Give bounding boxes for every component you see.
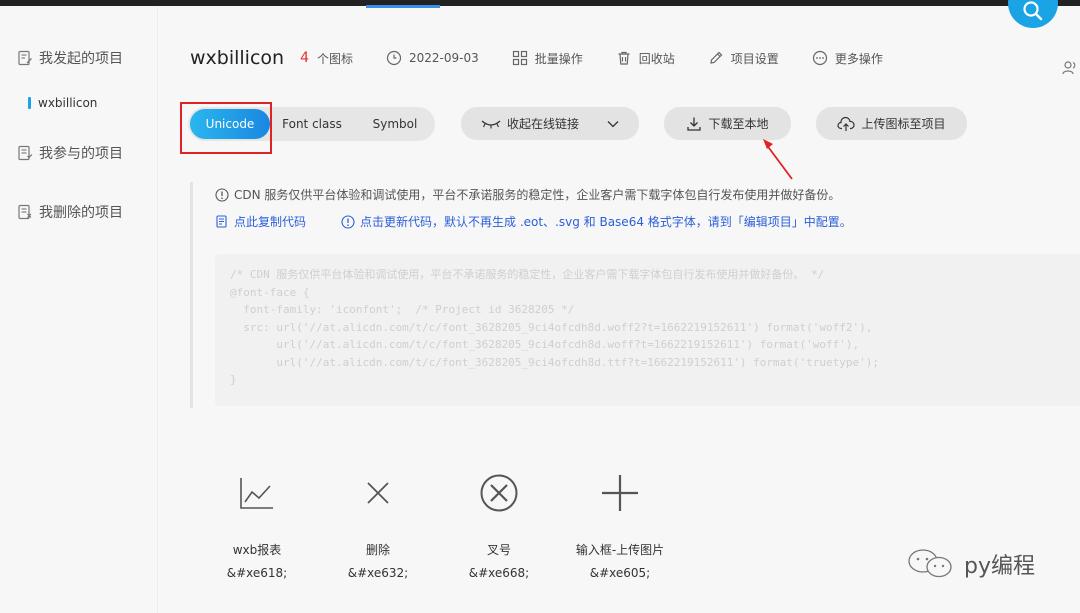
css-code-block[interactable]: /* CDN 服务仅供平台体验和调试使用，平台不承诺服务的稳定性，企业客户需下载… <box>215 254 1080 406</box>
search-button[interactable] <box>1008 0 1058 28</box>
sidebar: 我发起的项目 wxbillicon 我参与的项目 我删除的项目 <box>0 6 158 613</box>
circle-close-icon <box>480 474 518 512</box>
wechat-icon <box>908 549 952 578</box>
icon-count: 4 <box>300 50 309 66</box>
top-bar-active-indicator <box>366 5 440 8</box>
document-list-icon <box>18 145 33 161</box>
clock-icon <box>386 50 402 66</box>
copy-code-text: 点此复制代码 <box>234 215 307 229</box>
code-panel: CDN 服务仅供平台体验和调试使用，平台不承诺服务的稳定性，企业客户需下载字体包… <box>190 182 1080 408</box>
info-icon <box>215 187 229 202</box>
chevron-down-icon <box>607 120 619 127</box>
icon-card[interactable]: wxb报表 &#xe618; <box>197 470 317 580</box>
project-header: wxbillicon 4 个图标 2022-09-03 批量操作 回收站 项目设… <box>190 44 883 72</box>
plus-icon <box>602 475 638 511</box>
upload-icons-label: 上传图标至项目 <box>861 117 946 131</box>
sidebar-item-label: wxbillicon <box>38 96 98 110</box>
sidebar-item-label: 我发起的项目 <box>39 51 123 67</box>
icon-card[interactable]: 输入框-上传图片 &#xe605; <box>560 470 680 580</box>
code-line: @font-face { <box>230 285 310 299</box>
more-ops-button[interactable]: 更多操作 <box>812 50 883 67</box>
code-line: url('//at.alicdn.com/t/c/font_3628205_9c… <box>230 338 860 351</box>
sidebar-item-joined-projects[interactable]: 我参与的项目 <box>17 143 123 163</box>
pencil-icon <box>710 51 723 64</box>
update-code-text: 点击更新代码，默认不再生成 .eot、.svg 和 Base64 格式字体，请到… <box>360 215 852 229</box>
tab-font-class[interactable]: Font class <box>278 107 346 141</box>
code-line: font-family: 'iconfont'; /* Project id 3… <box>230 303 575 316</box>
icon-name: 删除 <box>365 543 390 557</box>
download-icon <box>687 117 702 131</box>
sidebar-item-label: 我参与的项目 <box>39 146 123 162</box>
icon-count-label: 个图标 <box>317 51 354 66</box>
sidebar-item-label: 我删除的项目 <box>39 205 123 221</box>
grid-icon <box>512 50 527 66</box>
batch-ops-label: 批量操作 <box>534 51 583 66</box>
upload-icons-button[interactable]: 上传图标至项目 <box>816 107 967 140</box>
sidebar-item-current-project[interactable]: wxbillicon <box>28 96 97 110</box>
trash-icon <box>618 51 630 65</box>
batch-ops-button[interactable]: 批量操作 <box>512 50 583 67</box>
code-line: src: url('//at.alicdn.com/t/c/font_36282… <box>230 320 873 334</box>
cdn-notice-text: CDN 服务仅供平台体验和调试使用，平台不承诺服务的稳定性，企业客户需下载字体包… <box>234 188 841 202</box>
download-local-label: 下载至本地 <box>708 117 769 131</box>
more-ops-label: 更多操作 <box>834 51 883 66</box>
icon-card[interactable]: 叉号 &#xe668; <box>439 470 559 580</box>
active-indicator <box>28 97 31 109</box>
icon-code: &#xe668; <box>468 566 530 580</box>
update-code-link[interactable]: 点击更新代码，默认不再生成 .eot、.svg 和 Base64 格式字体，请到… <box>341 213 852 230</box>
project-settings-label: 项目设置 <box>730 51 779 66</box>
close-icon <box>367 482 389 504</box>
code-line: /* CDN 服务仅供平台体验和调试使用，平台不承诺服务的稳定性，企业客户需下载… <box>230 268 825 281</box>
icon-name: 输入框-上传图片 <box>575 543 665 557</box>
document-edit-icon <box>18 50 32 66</box>
code-line: } <box>230 373 237 386</box>
copy-icon <box>216 214 227 228</box>
cloud-upload-icon <box>837 116 856 131</box>
annotation-arrow <box>763 139 793 180</box>
date-text: 2022-09-03 <box>409 51 479 65</box>
collapse-link-button[interactable]: 收起在线链接 <box>461 107 639 140</box>
project-title: wxbillicon <box>190 47 285 69</box>
watermark: py编程 <box>906 548 1035 580</box>
eye-closed-icon <box>481 120 501 128</box>
copy-code-link[interactable]: 点此复制代码 <box>215 213 306 230</box>
document-delete-icon <box>18 204 32 220</box>
recycle-bin-label: 回收站 <box>638 51 675 66</box>
project-settings-button[interactable]: 项目设置 <box>708 50 779 67</box>
sidebar-item-my-projects[interactable]: 我发起的项目 <box>17 48 123 68</box>
project-date: 2022-09-03 <box>386 50 479 66</box>
search-icon <box>1023 1 1043 21</box>
more-icon <box>812 50 827 66</box>
members-button[interactable] <box>1062 60 1078 80</box>
sidebar-item-deleted-projects[interactable]: 我删除的项目 <box>17 202 123 222</box>
users-icon <box>1062 61 1076 75</box>
top-bar <box>0 0 1080 6</box>
chart-icon <box>240 478 273 509</box>
icon-code: &#xe605; <box>589 566 651 580</box>
icon-code: &#xe632; <box>347 566 409 580</box>
info-icon <box>341 214 355 229</box>
watermark-text: py编程 <box>964 554 1035 579</box>
icon-name: wxb报表 <box>232 543 282 557</box>
cdn-notice: CDN 服务仅供平台体验和调试使用，平台不承诺服务的稳定性，企业客户需下载字体包… <box>215 186 840 203</box>
icon-code: &#xe618; <box>226 566 288 580</box>
code-line: url('//at.alicdn.com/t/c/font_3628205_9c… <box>230 355 880 369</box>
icon-card[interactable]: 删除 &#xe632; <box>318 470 438 580</box>
tab-symbol[interactable]: Symbol <box>360 107 430 141</box>
recycle-bin-button[interactable]: 回收站 <box>616 50 675 67</box>
collapse-link-label: 收起在线链接 <box>506 117 579 131</box>
icon-name: 叉号 <box>486 543 511 557</box>
highlight-box <box>180 102 272 154</box>
